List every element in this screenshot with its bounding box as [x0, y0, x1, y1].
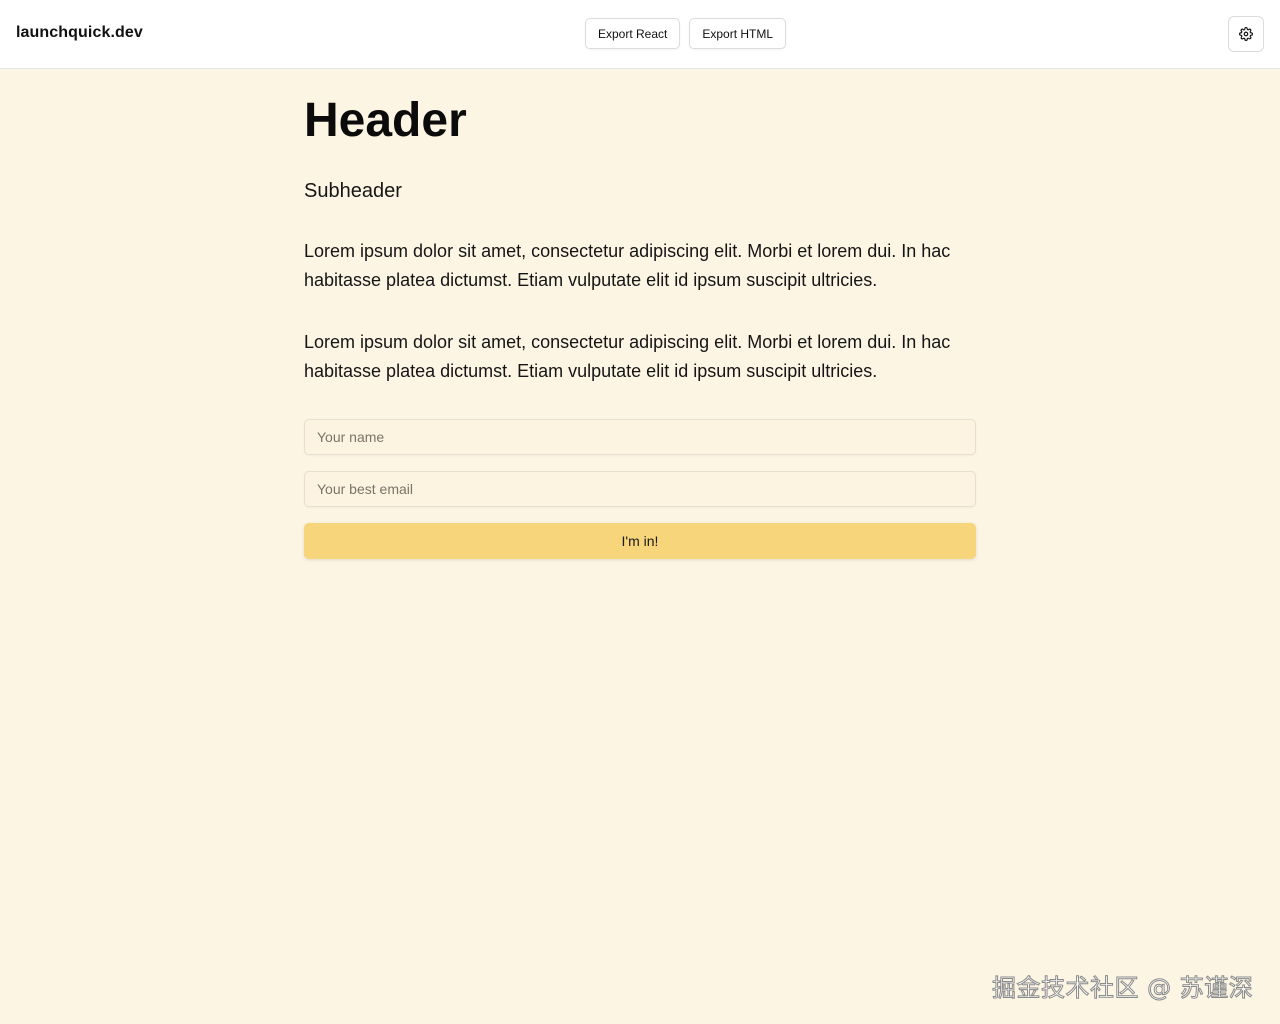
watermark: 掘金技术社区 @ 苏谨深	[991, 974, 1254, 1003]
page-subtitle: Subheader	[304, 180, 402, 202]
landing-content: Header Subheader Lorem ipsum dolor sit a…	[304, 69, 976, 559]
settings-button[interactable]	[1228, 16, 1264, 52]
name-input[interactable]	[304, 419, 976, 455]
submit-button[interactable]: I'm in!	[304, 523, 976, 559]
signup-form: I'm in!	[304, 419, 976, 559]
top-bar: launchquick.dev Export React Export HTML	[0, 0, 1280, 69]
email-input[interactable]	[304, 471, 976, 507]
brand-name[interactable]: launchquick.dev	[16, 24, 143, 42]
body-paragraph-2: Lorem ipsum dolor sit amet, consectetur …	[304, 332, 951, 381]
body-paragraph-1: Lorem ipsum dolor sit amet, consectetur …	[304, 241, 951, 290]
gear-icon	[1239, 27, 1253, 41]
export-html-button[interactable]: Export HTML	[689, 18, 787, 49]
page-title: Header	[304, 94, 467, 147]
export-react-button[interactable]: Export React	[585, 18, 681, 49]
export-button-group: Export React Export HTML	[585, 18, 787, 49]
